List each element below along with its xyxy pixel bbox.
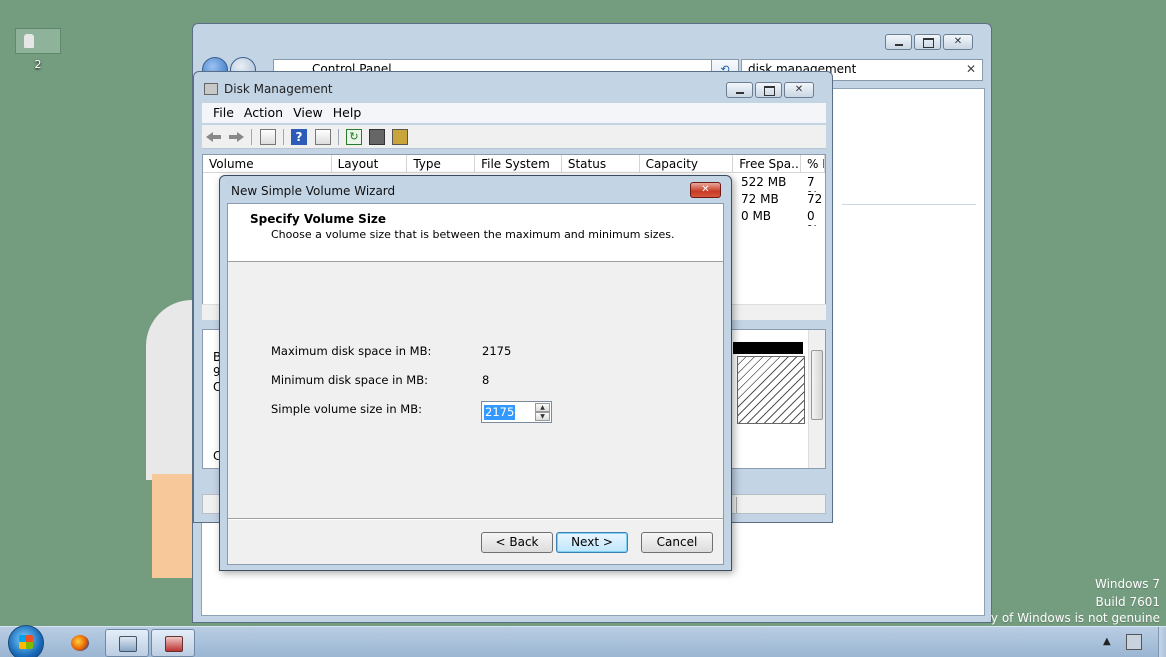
minimize-button[interactable] — [726, 82, 753, 98]
scrollbar-thumb[interactable] — [811, 350, 823, 420]
clear-search-icon[interactable]: ✕ — [966, 62, 976, 76]
control-panel-window-controls — [885, 34, 973, 50]
watermark-line-3: This copy of Windows is not genuine — [990, 611, 1160, 625]
desktop-icon[interactable]: 2 — [14, 28, 62, 71]
wizard-header: Specify Volume Size Choose a volume size… — [228, 204, 723, 262]
menu-help[interactable]: Help — [330, 103, 369, 123]
watermark-line-1: Windows 7 — [1094, 577, 1160, 591]
desktop-icon-label: 2 — [34, 58, 42, 71]
toolbar-separator — [283, 129, 284, 145]
start-button[interactable] — [8, 625, 44, 657]
next-button[interactable]: Next > — [556, 532, 628, 553]
column-volume[interactable]: Volume — [203, 155, 332, 172]
column-file-system[interactable]: File System — [475, 155, 562, 172]
table-row[interactable]: 522 MB 7 % — [733, 175, 825, 192]
unallocated-partition[interactable] — [737, 356, 805, 424]
column-status[interactable]: Status — [562, 155, 640, 172]
free-space-cell: 72 MB — [741, 192, 779, 206]
taskbar-firefox[interactable] — [58, 629, 102, 657]
column-capacity[interactable]: Capacity — [640, 155, 734, 172]
percent-free-cell: 0 % — [807, 209, 818, 226]
menu-file[interactable]: File — [210, 103, 241, 123]
maximize-button[interactable] — [914, 34, 941, 50]
percent-free-cell: 72 — [807, 192, 823, 206]
forward-icon[interactable] — [228, 129, 244, 145]
help-icon[interactable]: ? — [291, 129, 307, 145]
disk-management-window-controls — [726, 82, 814, 98]
disk-management-icon — [204, 83, 218, 95]
column-type[interactable]: Type — [407, 155, 476, 172]
volume-size-label: Simple volume size in MB: — [271, 402, 422, 416]
wizard-title: New Simple Volume Wizard — [231, 184, 396, 198]
refresh-icon[interactable]: ↻ — [346, 129, 362, 145]
computer-management-icon — [165, 636, 183, 652]
network-icon[interactable] — [1126, 634, 1142, 650]
cancel-button[interactable]: Cancel — [641, 532, 713, 553]
show-desktop-button[interactable] — [1158, 627, 1166, 657]
back-button[interactable]: < Back — [481, 532, 553, 553]
new-simple-volume-wizard: New Simple Volume Wizard Specify Volume … — [219, 175, 732, 571]
max-size-label: Maximum disk space in MB: — [271, 344, 432, 358]
control-panel-icon — [119, 636, 137, 652]
disk-management-title: Disk Management — [224, 82, 333, 96]
divider — [842, 204, 976, 205]
table-row[interactable]: 72 MB 72 — [733, 192, 825, 209]
percent-free-cell: 7 % — [807, 175, 818, 192]
volume-size-stepper[interactable]: 2175 ▲ ▼ — [481, 401, 552, 423]
column-percent-free[interactable]: % F — [801, 155, 825, 172]
wizard-body: Specify Volume Size Choose a volume size… — [227, 203, 724, 565]
volume-size-input[interactable]: 2175 — [484, 405, 516, 420]
free-space-cell: 522 MB — [741, 175, 787, 189]
stepper-up-icon[interactable]: ▲ — [535, 403, 550, 412]
show-hide-console-tree-icon[interactable] — [260, 129, 276, 145]
table-row[interactable]: 0 MB 0 % — [733, 209, 825, 226]
min-size-value: 8 — [482, 373, 490, 387]
volume-list-header: Volume Layout Type File System Status Ca… — [203, 155, 825, 173]
rescan-disks-icon[interactable] — [392, 129, 408, 145]
close-button[interactable] — [690, 182, 721, 198]
toolbar-separator — [338, 129, 339, 145]
close-button[interactable] — [784, 82, 814, 98]
volume-rows: 522 MB 7 % 72 MB 72 0 MB 0 % — [733, 175, 825, 226]
column-free-space[interactable]: Free Spa... — [733, 155, 802, 172]
firefox-icon — [71, 635, 89, 651]
wizard-subheading: Choose a volume size that is between the… — [271, 228, 675, 241]
wizard-heading: Specify Volume Size — [250, 212, 387, 226]
maximize-button[interactable] — [755, 82, 782, 98]
close-button[interactable] — [943, 34, 973, 50]
free-space-cell: 0 MB — [741, 209, 772, 223]
max-size-value: 2175 — [482, 344, 512, 358]
taskbar-disk-management[interactable] — [151, 629, 195, 657]
menu-bar: File Action View Help — [202, 103, 826, 123]
toolbar: ? ↻ — [202, 125, 826, 149]
vertical-scrollbar[interactable] — [808, 330, 825, 468]
menu-view[interactable]: View — [290, 103, 330, 123]
wizard-footer-divider — [228, 518, 723, 519]
taskbar-control-panel[interactable] — [105, 629, 149, 657]
column-layout[interactable]: Layout — [332, 155, 408, 172]
toolbar-separator — [251, 129, 252, 145]
back-icon[interactable] — [206, 129, 222, 145]
stepper-down-icon[interactable]: ▼ — [535, 412, 550, 421]
watermark-line-2: Build 7601 — [1095, 595, 1160, 609]
desktop-icon-image — [15, 28, 61, 54]
show-hidden-icons-icon[interactable]: ▲ — [1103, 636, 1111, 647]
status-divider — [736, 497, 737, 513]
menu-action[interactable]: Action — [241, 103, 290, 123]
minimize-button[interactable] — [885, 34, 912, 50]
taskbar — [0, 625, 1166, 657]
unallocated-bar — [733, 342, 803, 354]
properties-icon[interactable] — [369, 129, 385, 145]
stepper-buttons: ▲ ▼ — [535, 403, 550, 421]
console-view-icon[interactable] — [315, 129, 331, 145]
min-size-label: Minimum disk space in MB: — [271, 373, 428, 387]
